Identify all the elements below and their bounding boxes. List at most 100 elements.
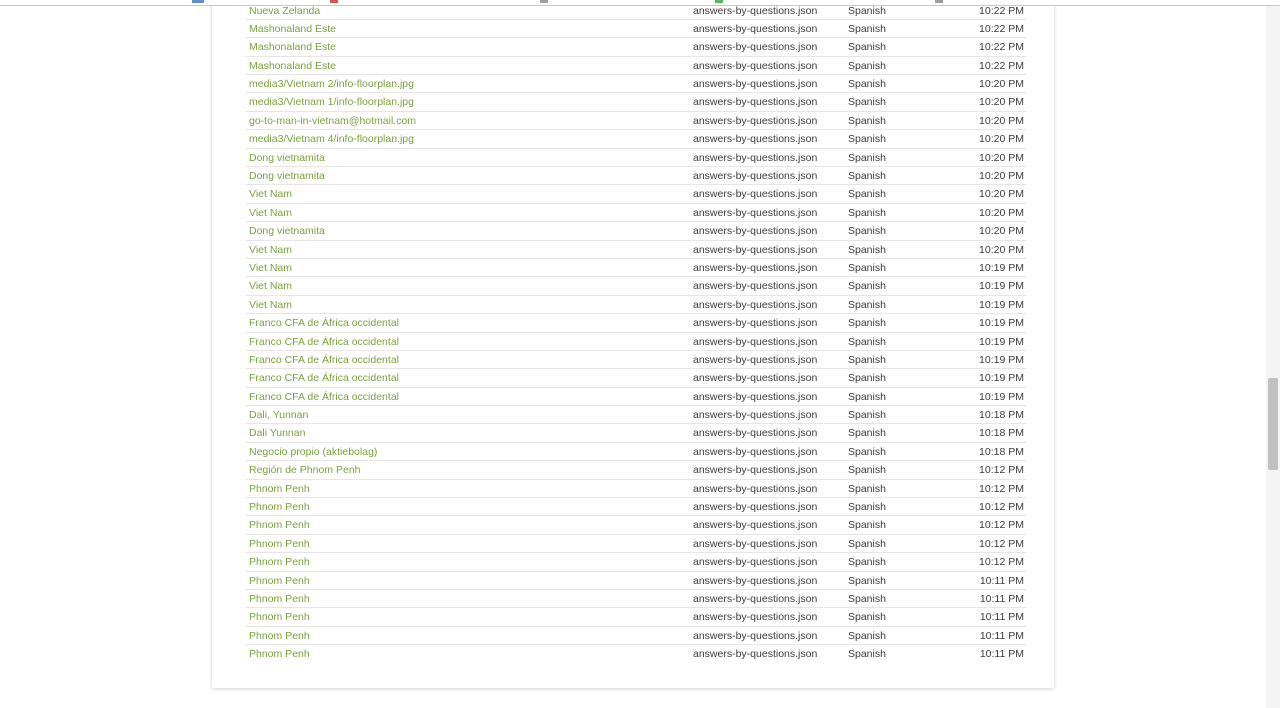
table-row: Phnom Penh answers-by-questions.json Spani… <box>246 535 1026 554</box>
row-file: answers-by-questions.json <box>693 261 818 274</box>
row-language: Spanish <box>848 629 886 642</box>
row-time: 10:18 PM <box>979 409 1024 422</box>
row-file: answers-by-questions.json <box>693 298 818 311</box>
row-name-link[interactable]: Dali Yunnan <box>249 424 305 442</box>
table-row: Franco CFA de África occidental answers-b… <box>246 351 1026 370</box>
table-row: Phnom Penh answers-by-questions.json Spani… <box>246 553 1026 572</box>
row-language: Spanish <box>848 225 886 238</box>
row-name-link[interactable]: Negocio propio (aktiebolag) <box>249 443 377 461</box>
row-time: 10:19 PM <box>979 261 1024 274</box>
row-name-link[interactable]: Viet Nam <box>249 241 292 259</box>
row-name-link[interactable]: media3/Vietnam 4/info-floorplan.jpg <box>249 130 414 148</box>
table-row: go-to-man-in-vietnam@hotmail.com answers-… <box>246 112 1026 131</box>
row-language: Spanish <box>848 556 886 569</box>
row-time: 10:12 PM <box>979 501 1024 514</box>
row-file: answers-by-questions.json <box>693 593 818 605</box>
row-language: Spanish <box>848 59 886 72</box>
row-time: 10:20 PM <box>979 114 1024 127</box>
row-file: answers-by-questions.json <box>693 59 818 72</box>
row-name-link[interactable]: Mashonaland Este <box>249 57 336 75</box>
row-language: Spanish <box>848 611 886 624</box>
row-name-link[interactable]: Viet Nam <box>249 296 292 314</box>
row-name-link[interactable]: Viet Nam <box>249 277 292 295</box>
row-language: Spanish <box>848 243 886 256</box>
row-time: 10:11 PM <box>979 629 1024 642</box>
row-file: answers-by-questions.json <box>693 537 818 550</box>
row-language: Spanish <box>848 317 886 330</box>
row-file: answers-by-questions.json <box>693 611 818 624</box>
row-name-link[interactable]: Phnom Penh <box>249 590 310 608</box>
row-time: 10:20 PM <box>979 170 1024 183</box>
row-name-link[interactable]: Phnom Penh <box>249 498 310 516</box>
row-name-link[interactable]: Dong vietnamita <box>249 167 325 185</box>
row-time: 10:20 PM <box>979 225 1024 238</box>
row-name-link[interactable]: Phnom Penh <box>249 645 310 663</box>
row-file: answers-by-questions.json <box>693 372 818 385</box>
row-name-link[interactable]: go-to-man-in-vietnam@hotmail.com <box>249 112 416 130</box>
row-time: 10:20 PM <box>979 151 1024 164</box>
row-language: Spanish <box>848 41 886 54</box>
row-name-link[interactable]: Franco CFA de África occidental <box>249 314 399 332</box>
row-language: Spanish <box>848 482 886 495</box>
row-time: 10:11 PM <box>979 611 1024 624</box>
table-row: media3/Vietnam 2/info-floorplan.jpg answe… <box>246 75 1026 94</box>
row-time: 10:19 PM <box>979 335 1024 348</box>
row-time: 10:19 PM <box>979 317 1024 330</box>
row-name-link[interactable]: media3/Vietnam 1/info-floorplan.jpg <box>249 93 414 111</box>
row-time: 10:11 PM <box>979 574 1024 587</box>
row-name-link[interactable]: Franco CFA de África occidental <box>249 351 399 369</box>
row-time: 10:11 PM <box>979 648 1024 661</box>
table-row: media3/Vietnam 1/info-floorplan.jpg answe… <box>246 93 1026 112</box>
row-name-link[interactable]: Viet Nam <box>249 204 292 222</box>
page-scrollbar[interactable] <box>1266 6 1280 708</box>
row-name-link[interactable]: Mashonaland Este <box>249 20 336 38</box>
table-row: Viet Nam answers-by-questions.json Spanish… <box>246 241 1026 259</box>
row-file: answers-by-questions.json <box>693 353 818 366</box>
row-language: Spanish <box>848 298 886 311</box>
row-language: Spanish <box>848 353 886 366</box>
row-name-link[interactable]: Phnom Penh <box>249 553 310 571</box>
header-fragment <box>192 0 204 3</box>
row-name-link[interactable]: Viet Nam <box>249 185 292 203</box>
table-row: Dong vietnamita answers-by-questions.json… <box>246 149 1026 168</box>
table-row: Dong vietnamita answers-by-questions.json… <box>246 167 1026 186</box>
row-name-link[interactable]: Phnom Penh <box>249 627 310 645</box>
row-name-link[interactable]: Phnom Penh <box>249 572 310 590</box>
row-name-link[interactable]: Phnom Penh <box>249 535 310 553</box>
row-name-link[interactable]: Mashonaland Este <box>249 38 336 56</box>
row-name-link[interactable]: Franco CFA de África occidental <box>249 388 399 406</box>
row-language: Spanish <box>848 133 886 146</box>
row-time: 10:19 PM <box>979 372 1024 385</box>
row-language: Spanish <box>848 261 886 274</box>
row-name-link[interactable]: Franco CFA de África occidental <box>249 369 399 387</box>
row-file: answers-by-questions.json <box>693 170 818 183</box>
row-name-link[interactable]: Phnom Penh <box>249 480 310 498</box>
row-name-link[interactable]: Phnom Penh <box>249 516 310 534</box>
row-name-link[interactable]: Phnom Penh <box>249 608 310 626</box>
row-file: answers-by-questions.json <box>693 501 818 514</box>
activity-table: Nueva Zelanda answers-by-questions.json Sp… <box>246 2 1026 664</box>
row-name-link[interactable]: media3/Vietnam 2/info-floorplan.jpg <box>249 75 414 93</box>
row-name-link[interactable]: Franco CFA de África occidental <box>249 333 399 351</box>
row-name-link[interactable]: Dong vietnamita <box>249 149 325 167</box>
row-time: 10:20 PM <box>979 243 1024 256</box>
table-row: Mashonaland Este answers-by-questions.jso… <box>246 20 1026 39</box>
row-file: answers-by-questions.json <box>693 133 818 146</box>
row-name-link[interactable]: Viet Nam <box>249 259 292 277</box>
row-time: 10:20 PM <box>979 206 1024 219</box>
row-name-link[interactable]: Dong vietnamita <box>249 222 325 240</box>
row-file: answers-by-questions.json <box>693 114 818 127</box>
row-language: Spanish <box>848 22 886 35</box>
row-file: answers-by-questions.json <box>693 243 818 256</box>
row-file: answers-by-questions.json <box>693 22 818 35</box>
row-time: 10:12 PM <box>979 464 1024 477</box>
row-time: 10:18 PM <box>979 427 1024 440</box>
row-name-link[interactable]: Región de Phnom Penh <box>249 461 361 479</box>
row-file: answers-by-questions.json <box>693 648 818 661</box>
row-time: 10:22 PM <box>979 22 1024 35</box>
row-name-link[interactable]: Dali, Yunnan <box>249 406 308 424</box>
row-time: 10:20 PM <box>979 96 1024 109</box>
row-language: Spanish <box>848 648 886 661</box>
scrollbar-thumb[interactable] <box>1268 378 1278 470</box>
row-time: 10:22 PM <box>979 41 1024 54</box>
